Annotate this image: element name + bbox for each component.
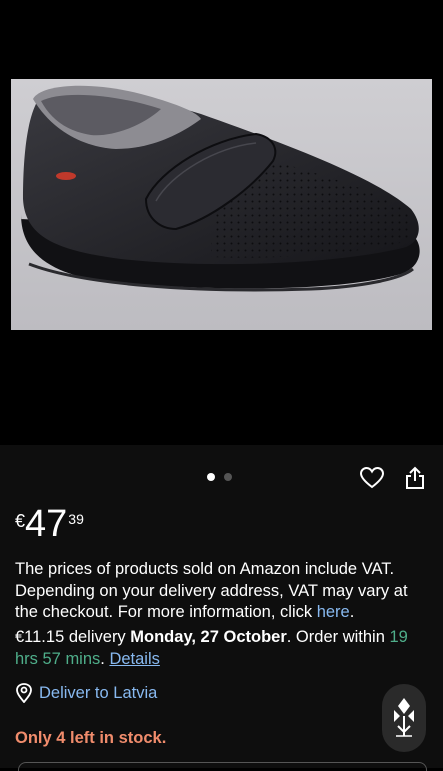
share-icon (406, 466, 424, 489)
assistant-button[interactable] (382, 684, 426, 752)
deliver-to-label[interactable]: Deliver to Latvia (39, 684, 157, 703)
price: € 47 39 (15, 503, 84, 545)
stock-status: Only 4 left in stock. (15, 729, 167, 747)
delivery-cost: €11.15 delivery (15, 628, 131, 646)
carousel-dots[interactable] (207, 473, 232, 481)
price-whole: 47 (25, 503, 68, 545)
carousel-dot-2[interactable] (224, 473, 232, 481)
deliver-to-location[interactable]: Deliver to Latvia (15, 683, 157, 703)
vat-here-link[interactable]: here (317, 603, 350, 621)
delivery-info: €11.15 delivery Monday, 27 October. Orde… (15, 627, 433, 670)
price-fraction: 39 (68, 511, 84, 527)
location-pin-icon (16, 683, 32, 703)
shoe-image (11, 79, 432, 330)
product-photo[interactable] (11, 79, 432, 330)
price-currency: € (15, 511, 26, 531)
delivery-details-link[interactable]: Details (109, 650, 159, 668)
product-image-area[interactable] (0, 0, 443, 445)
order-within: . Order within (286, 628, 390, 646)
delivery-date: Monday, 27 October (130, 628, 287, 646)
carousel-dot-1[interactable] (207, 473, 215, 481)
wishlist-button[interactable] (359, 465, 385, 491)
bottom-card-edge (18, 762, 427, 771)
vat-notice: The prices of products sold on Amazon in… (15, 559, 433, 624)
assistant-icon (394, 698, 414, 737)
share-button[interactable] (402, 465, 428, 491)
heart-outline-icon (360, 467, 384, 489)
vat-notice-end: . (349, 603, 355, 621)
